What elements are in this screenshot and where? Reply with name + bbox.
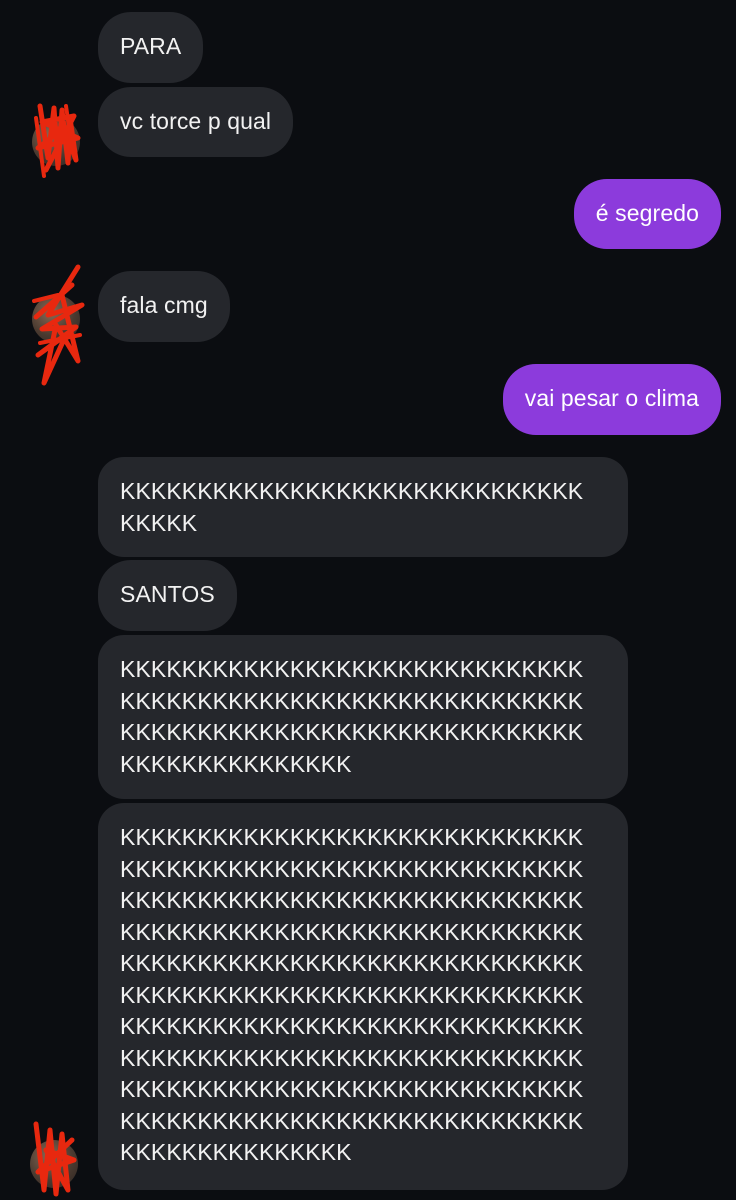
message-text: KKKKKKKKKKKKKKKKKKKKKKKKKKKKKK xyxy=(120,656,584,682)
message-text: KKKKKKKKKKKKKKKKKKKKKKKKKKKKKK xyxy=(120,478,584,504)
outgoing-message-bubble[interactable]: é segredo xyxy=(573,179,721,249)
incoming-message-bubble[interactable]: KKKKKKKKKKKKKKKKKKKKKKKKKKKKKK KKKKKKKKK… xyxy=(98,635,628,799)
message-text: fala cmg xyxy=(120,292,208,318)
message-text: KKKKKKKKKKKKKKKKKKKKKKKKKKKKKK xyxy=(120,687,584,714)
redaction-scribble-icon xyxy=(33,1121,77,1197)
message-text: PARA xyxy=(120,33,182,59)
incoming-message-bubble[interactable]: vc torce p qual xyxy=(98,87,294,157)
message-text: KKKKKKKKKKKKKKK xyxy=(120,1139,352,1165)
message-text: KKKKKKKKKKKKKKKKKKKKKKKKKKKKKK xyxy=(120,1076,584,1102)
message-text: vai pesar o clima xyxy=(524,385,699,411)
message-text: KKKKKKKKKKKKKKKKKKKKKKKKKKKKKK xyxy=(120,1013,584,1039)
message-text: KKKKKKKKKKKKKKK xyxy=(120,750,352,777)
message-text: é segredo xyxy=(595,200,699,226)
message-text: KKKKK xyxy=(120,509,198,536)
message-text: KKKKKKKKKKKKKKKKKKKKKKKKKKKKKK xyxy=(120,950,584,976)
contact-avatar-icon[interactable] xyxy=(30,1121,78,1197)
redaction-scribble-icon xyxy=(32,264,85,386)
message-text: KKKKKKKKKKKKKKKKKKKKKKKKKKKKKK xyxy=(120,1044,584,1071)
contact-avatar-icon[interactable] xyxy=(32,103,81,178)
message-text: KKKKKKKKKKKKKKKKKKKKKKKKKKKKKK xyxy=(120,887,584,913)
message-text: KKKKKKKKKKKKKKKKKKKKKKKKKKKKKK xyxy=(120,1107,584,1134)
incoming-message-bubble[interactable]: KKKKKKKKKKKKKKKKKKKKKKKKKKKKKK KKKKK xyxy=(98,457,628,557)
incoming-message-bubble[interactable]: PARA xyxy=(98,12,204,83)
message-text: KKKKKKKKKKKKKKKKKKKKKKKKKKKKKK xyxy=(120,855,584,882)
message-text: KKKKKKKKKKKKKKKKKKKKKKKKKKKKKK xyxy=(120,719,584,745)
message-text: KKKKKKKKKKKKKKKKKKKKKKKKKKKKKK xyxy=(120,981,584,1008)
outgoing-message-bubble[interactable]: vai pesar o clima xyxy=(502,364,721,435)
message-text: KKKKKKKKKKKKKKKKKKKKKKKKKKKKKK xyxy=(120,824,584,850)
redaction-scribble-icon xyxy=(34,103,81,178)
contact-avatar-icon[interactable] xyxy=(32,264,85,386)
incoming-message-bubble[interactable]: KKKKKKKKKKKKKKKKKKKKKKKKKKKKKK KKKKKKKKK… xyxy=(98,803,628,1190)
incoming-message-bubble[interactable]: SANTOS xyxy=(98,560,237,631)
incoming-message-bubble[interactable]: fala cmg xyxy=(98,271,230,342)
message-text: vc torce p qual xyxy=(120,108,272,134)
message-text: KKKKKKKKKKKKKKKKKKKKKKKKKKKKKK xyxy=(120,918,584,945)
message-thread: PARA vc torce p qual é segredo fala cmg … xyxy=(0,0,736,1200)
message-text: SANTOS xyxy=(120,581,215,607)
